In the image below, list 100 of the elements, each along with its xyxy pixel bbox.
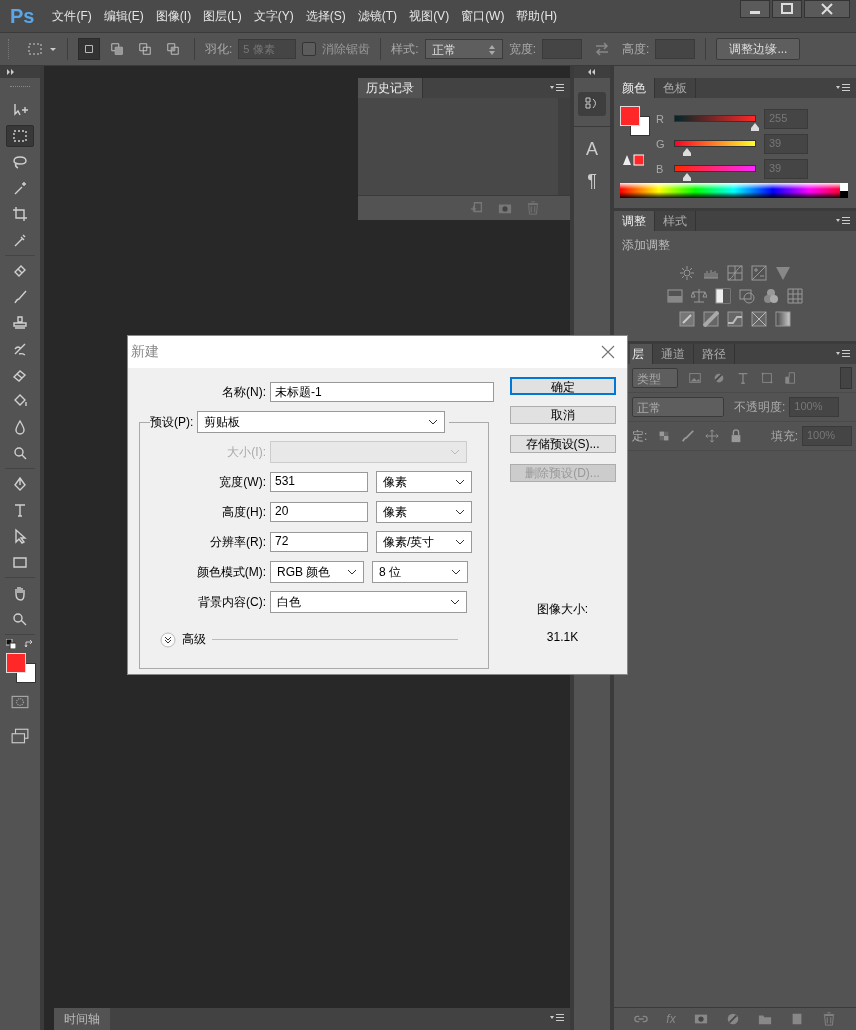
feather-label: 羽化: [205,40,233,58]
color-spectrum[interactable] [620,183,848,198]
gradient-map-icon[interactable] [775,311,791,327]
smart-object-icon[interactable] [784,371,798,385]
panel-tab[interactable]: 调整 [614,211,655,231]
background-dropdown[interactable]: 白色 [270,591,467,613]
screen-mode-icon[interactable] [11,727,29,745]
camera-filter-icon[interactable] [739,288,755,304]
half-filled-square-icon[interactable] [715,288,731,304]
panel-menu-icon[interactable] [550,1013,564,1023]
lock-label: 定: [632,427,648,445]
swap-icon[interactable] [594,41,611,57]
color-swatches[interactable] [6,653,36,683]
swap-colors-icon[interactable] [24,639,34,649]
menu-item[interactable]: 选择(S) [305,7,346,25]
expand-icon[interactable] [160,631,176,648]
bit-depth-dropdown[interactable]: 8 位 [372,561,468,583]
unit-dropdown[interactable]: 像素 [376,501,472,523]
posterize-icon[interactable] [703,311,719,327]
close-icon[interactable] [804,0,850,18]
menu-item[interactable]: 图像(I) [155,7,192,25]
caret-icon[interactable] [49,45,57,53]
fill-label: 填充: [770,427,798,445]
minimize-icon[interactable] [740,0,770,18]
default-colors-icon[interactable] [6,639,16,649]
slider-thumb[interactable] [750,122,760,132]
threshold-icon[interactable] [727,311,743,327]
width-field[interactable] [542,39,583,59]
brush-icon[interactable] [681,429,696,443]
channel-mixer-icon[interactable] [763,288,779,304]
sun-icon[interactable] [679,265,695,281]
menu-item[interactable]: 文字(Y) [253,7,294,25]
half-circle-icon[interactable] [725,1012,740,1026]
name-field[interactable]: 未标题-1 [270,382,494,402]
dialog-button[interactable]: 确定 [509,377,616,395]
style-dropdown[interactable]: 正常 [424,39,503,59]
triangle-icon[interactable] [775,265,791,281]
value-field[interactable]: 20 [270,502,368,522]
panel-tab[interactable]: 通道 [653,344,694,364]
shape-icon[interactable] [760,371,774,385]
marquee-tool-button[interactable] [6,125,34,147]
paragraph-panel-button[interactable]: ¶ [578,169,606,193]
menu-item[interactable]: 视图(V) [409,7,450,25]
menu-item[interactable]: 帮助(H) [516,7,558,25]
value-field[interactable]: 531 [270,472,368,492]
panel-menu-icon[interactable] [550,83,564,93]
hue-saturation-icon[interactable] [667,288,683,304]
menu-item[interactable]: 窗口(W) [461,7,505,25]
maximize-icon[interactable] [772,0,802,18]
unit-dropdown[interactable]: 像素/英寸 [376,531,472,553]
mask-icon[interactable] [693,1012,708,1026]
curves-icon[interactable] [727,265,743,281]
move-icon[interactable] [705,429,720,443]
menu-item[interactable]: 滤镜(T) [357,7,398,25]
type-icon[interactable] [736,371,750,385]
panel-tab[interactable]: 色板 [655,78,696,98]
preset-dropdown[interactable]: 剪贴板 [197,411,446,433]
new-selection-button[interactable] [78,38,100,60]
close-icon[interactable] [601,345,615,359]
refine-edge-button[interactable]: 调整边缘... [716,38,801,60]
timeline-tab[interactable]: 时间轴 [54,1008,110,1030]
color-mode-dropdown[interactable]: RGB 颜色 [270,561,364,583]
history-tab[interactable]: 历史记录 [358,78,423,98]
dialog-button[interactable]: 存储预设(S)... [509,435,616,453]
filter-toggle[interactable] [840,367,852,389]
unit-dropdown[interactable]: 像素 [376,471,472,493]
gamut-warning-icon[interactable] [622,154,644,166]
height-field[interactable] [655,39,696,59]
collapse-icon[interactable] [587,68,597,76]
blur-tool-icon [12,419,28,435]
grid-icon[interactable] [787,288,803,304]
color-swatches[interactable] [620,106,650,136]
marquee-tool-icon[interactable] [27,41,43,57]
dodge-tool-icon [12,445,28,461]
panel-menu-icon[interactable] [836,349,850,359]
selective-color-icon[interactable] [751,311,767,327]
value-field[interactable]: 72 [270,532,368,552]
panel-tab[interactable]: 样式 [655,211,696,231]
dialog-button[interactable]: 取消 [509,406,616,424]
panel-menu-icon[interactable] [836,83,850,93]
expand-icon[interactable] [6,68,16,76]
exposure-icon[interactable] [751,265,767,281]
invert-icon[interactable] [679,311,695,327]
character-panel-button[interactable]: A [578,137,606,161]
field-label: 预设(P): [150,413,194,431]
panel-tab[interactable]: 路径 [694,344,735,364]
image-icon[interactable] [688,371,702,385]
quick-mask-icon[interactable] [11,693,29,711]
panel-menu-icon[interactable] [836,216,850,226]
trash-icon[interactable] [821,1012,836,1026]
menu-item[interactable]: 图层(L) [203,7,242,25]
panel-tab[interactable]: 颜色 [614,78,655,98]
balance-scale-icon[interactable] [691,288,707,304]
panel-tab[interactable]: 层 [630,344,653,364]
advanced-label[interactable]: 高级 [182,631,206,648]
antialias-checkbox[interactable] [302,42,317,56]
menu-item[interactable]: 文件(F) [52,7,92,25]
menu-item[interactable]: 编辑(E) [103,7,144,25]
image-size-label: 图像大小: [536,601,589,618]
half-circle-icon[interactable] [712,371,726,385]
